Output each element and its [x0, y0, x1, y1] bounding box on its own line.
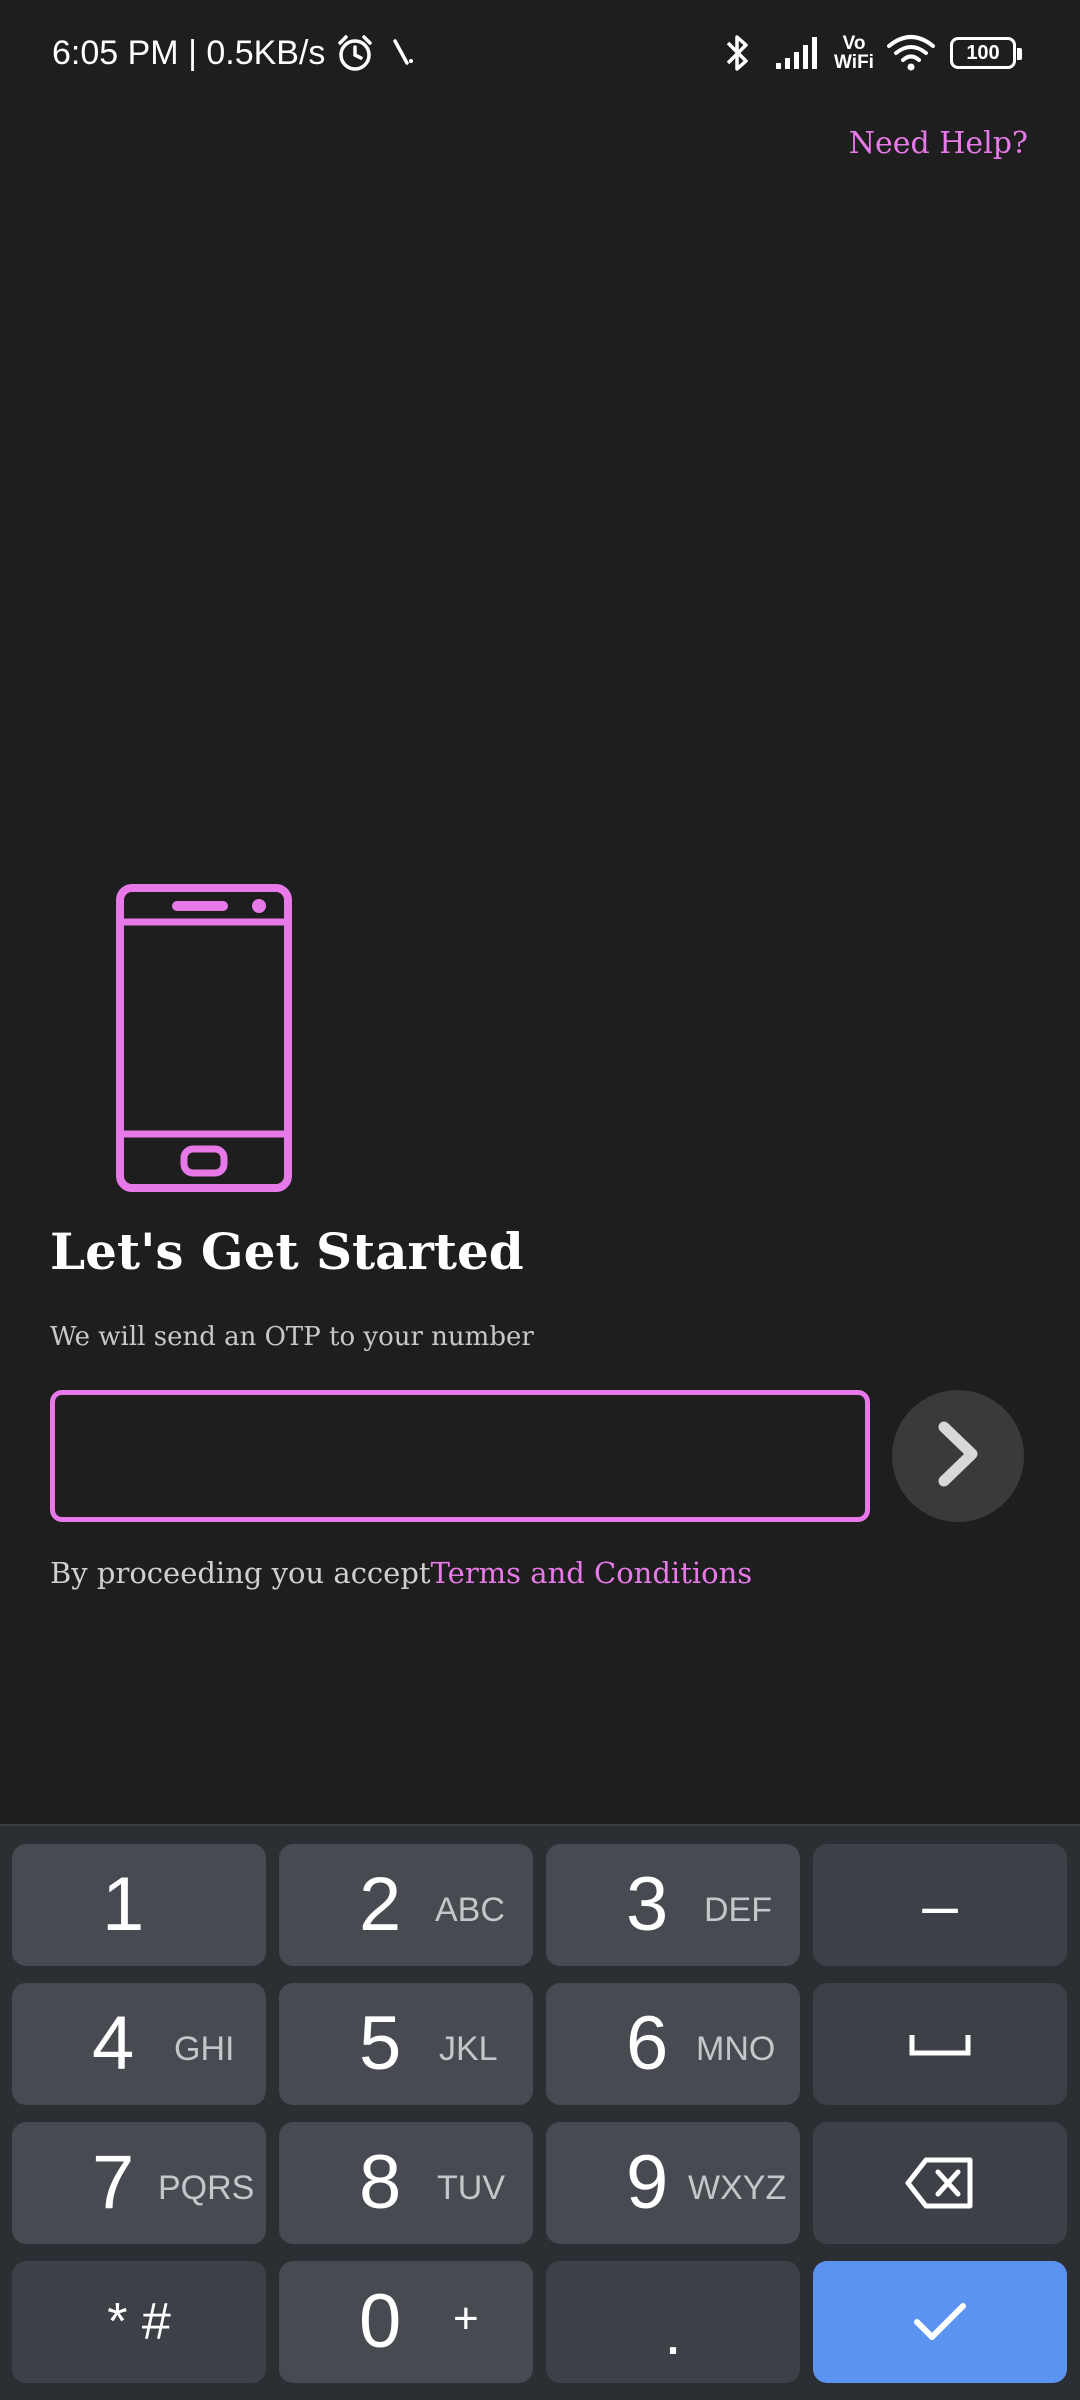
key-letters: +: [453, 2294, 479, 2343]
numeric-keyboard: 1 2 ABC 3 DEF – 4 GHI 5 JKL 6 MNO 7 PQRS…: [0, 1824, 1080, 2400]
key-letters: WXYZ: [688, 2169, 787, 2207]
key-5[interactable]: 5 JKL: [279, 1983, 533, 2105]
battery-icon: 100: [950, 37, 1022, 69]
status-left: 6:05 PM | 0.5KB/s: [52, 30, 419, 76]
key-digit: 6: [626, 2001, 669, 2086]
page-title: Let's Get Started: [50, 1222, 524, 1281]
status-bar: 6:05 PM | 0.5KB/s Vo WiFi 100: [0, 0, 1080, 104]
key-digit: 5: [359, 2001, 402, 2086]
key-6[interactable]: 6 MNO: [546, 1983, 800, 2105]
key-digit: 2: [359, 1862, 402, 1947]
alarm-icon: [335, 33, 375, 73]
bluetooth-icon: [720, 32, 754, 74]
signal-icon: [774, 35, 824, 71]
wifi-icon: [886, 33, 936, 73]
key-symbol: * #: [107, 2293, 171, 2351]
key-letters: PQRS: [158, 2169, 255, 2207]
key-digit: 0: [359, 2279, 402, 2364]
key-letters: DEF: [704, 1891, 772, 1929]
key-done[interactable]: [813, 2261, 1067, 2383]
phone-number-input[interactable]: [50, 1390, 870, 1522]
vowifi-indicator: Vo WiFi: [832, 34, 876, 72]
key-letters: ABC: [435, 1891, 505, 1929]
key-dot[interactable]: .: [546, 2261, 800, 2383]
next-button[interactable]: [892, 1390, 1024, 1522]
key-space[interactable]: [813, 1983, 1067, 2105]
battery-nub: [1017, 48, 1022, 60]
key-digit: 9: [626, 2140, 669, 2225]
chevron-right-icon: [928, 1419, 988, 1494]
key-letters: GHI: [174, 2030, 235, 2068]
key-3[interactable]: 3 DEF: [546, 1844, 800, 1966]
key-digit: 3: [626, 1862, 669, 1947]
notification-icon: [389, 33, 419, 73]
key-2[interactable]: 2 ABC: [279, 1844, 533, 1966]
key-letters: MNO: [696, 2030, 776, 2068]
key-8[interactable]: 8 TUV: [279, 2122, 533, 2244]
wifi-label: WiFi: [834, 52, 874, 73]
vo-label: Vo: [842, 33, 866, 54]
key-digit: 4: [92, 2001, 135, 2086]
key-1[interactable]: 1: [12, 1844, 266, 1966]
check-icon: [813, 2261, 1067, 2383]
battery-level: 100: [966, 41, 1000, 64]
key-letters: TUV: [437, 2169, 505, 2207]
terms-link[interactable]: Terms and Conditions: [431, 1556, 753, 1590]
terms-prefix: By proceeding you accept: [50, 1556, 431, 1590]
key-0[interactable]: 0 +: [279, 2261, 533, 2383]
key-digit: 8: [359, 2140, 402, 2225]
terms-line: By proceeding you acceptTerms and Condit…: [50, 1556, 752, 1590]
status-time: 6:05 PM | 0.5KB/s: [52, 33, 326, 72]
login-screen: 6:05 PM | 0.5KB/s Vo WiFi 100 Need Help?…: [0, 0, 1080, 2400]
key-7[interactable]: 7 PQRS: [12, 2122, 266, 2244]
phone-illustration-icon: [116, 884, 292, 1192]
key-letters: JKL: [439, 2030, 498, 2068]
key-star-hash[interactable]: * #: [12, 2261, 266, 2383]
backspace-icon: [813, 2122, 1067, 2244]
key-digit: 1: [102, 1862, 145, 1947]
key-4[interactable]: 4 GHI: [12, 1983, 266, 2105]
space-icon: [813, 1983, 1067, 2105]
key-backspace[interactable]: [813, 2122, 1067, 2244]
key-9[interactable]: 9 WXYZ: [546, 2122, 800, 2244]
need-help-link[interactable]: Need Help?: [849, 126, 1028, 161]
key-symbol: –: [922, 1869, 958, 1941]
status-right: Vo WiFi 100: [720, 30, 1022, 76]
key-minus[interactable]: –: [813, 1844, 1067, 1966]
key-symbol: .: [664, 2296, 682, 2368]
key-digit: 7: [92, 2140, 135, 2225]
page-subtitle: We will send an OTP to your number: [50, 1322, 534, 1352]
